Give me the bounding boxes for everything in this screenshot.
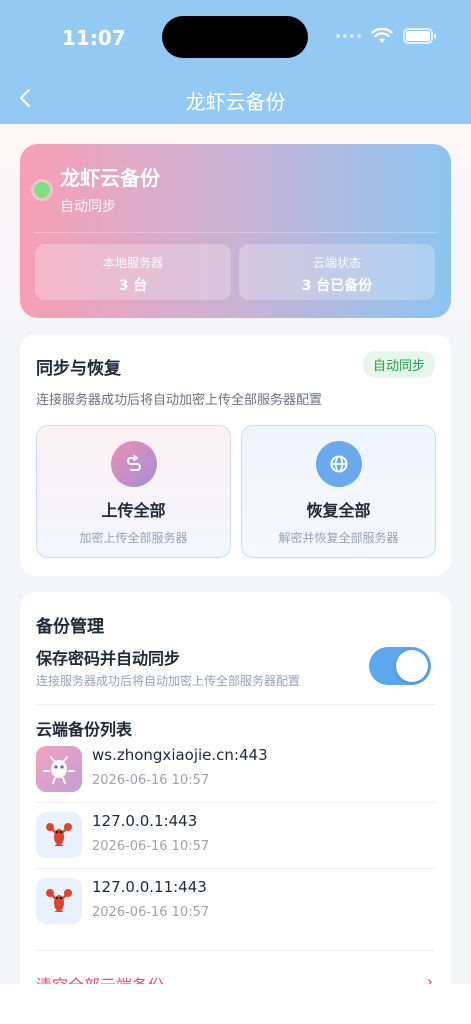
sync-restore-card: 同步与恢复 自动同步 连接服务器成功后将自动加密上传全部服务器配置 上传全部 加… xyxy=(20,334,451,576)
option-title: 保存密码并自动同步 xyxy=(36,649,181,668)
status-time: 11:07 xyxy=(62,26,126,50)
backup-list-item[interactable]: ws.zhongxiaojie.cn:443 2026-06-16 10:57 xyxy=(36,738,435,798)
restore-all-button[interactable]: 恢复全部 解密并恢复全部服务器 xyxy=(241,425,436,558)
backup-time: 2026-06-16 10:57 xyxy=(92,839,210,854)
page-title: 龙虾云备份 xyxy=(185,90,286,114)
stat-label: 云端状态 xyxy=(312,256,361,270)
backup-time: 2026-06-16 10:57 xyxy=(92,773,210,788)
backup-list-item[interactable]: 127.0.0.11:443 2026-06-16 10:57 xyxy=(36,870,435,930)
stat-cloud-status: 云端状态 3 台已备份 xyxy=(239,244,435,300)
stat-label: 本地服务器 xyxy=(102,256,163,270)
battery-icon xyxy=(403,28,436,44)
stat-value: 3 台 xyxy=(118,278,148,294)
backup-host: 127.0.0.11:443 xyxy=(92,878,207,896)
backup-list-item[interactable]: 127.0.0.1:443 2026-06-16 10:57 xyxy=(36,804,435,864)
lobster-icon xyxy=(36,812,82,858)
section-title: 备份管理 xyxy=(36,617,104,637)
stat-value: 3 台已备份 xyxy=(301,278,373,294)
backup-host: ws.zhongxiaojie.cn:443 xyxy=(92,746,268,764)
backup-management-card: 备份管理 保存密码并自动同步 连接服务器成功后将自动加密上传全部服务器配置 云端… xyxy=(20,592,451,1012)
divider xyxy=(36,704,435,705)
bottom-area xyxy=(0,984,471,1024)
action-subtitle: 加密上传全部服务器 xyxy=(79,531,188,545)
section-description: 连接服务器成功后将自动加密上传全部服务器配置 xyxy=(36,393,323,408)
divider xyxy=(36,802,435,803)
header-bar: 11:07 龙虾云备份 xyxy=(0,0,471,124)
globe-icon xyxy=(315,441,362,487)
backup-time: 2026-06-16 10:57 xyxy=(92,905,210,920)
auto-sync-toggle[interactable] xyxy=(369,647,431,685)
status-icons xyxy=(336,28,436,44)
action-title: 上传全部 xyxy=(101,501,166,520)
signal-icon xyxy=(336,34,361,38)
backup-host: 127.0.0.1:443 xyxy=(92,812,198,830)
divider xyxy=(36,868,435,869)
section-title: 同步与恢复 xyxy=(36,359,121,379)
auto-sync-badge: 自动同步 xyxy=(362,351,435,378)
stat-local-servers: 本地服务器 3 台 xyxy=(35,244,231,300)
upload-all-button[interactable]: 上传全部 加密上传全部服务器 xyxy=(36,425,231,558)
option-description: 连接服务器成功后将自动加密上传全部服务器配置 xyxy=(36,674,301,688)
hero-divider xyxy=(34,232,437,233)
mascot-avatar-icon xyxy=(36,746,82,792)
list-title: 云端备份列表 xyxy=(36,720,133,739)
toggle-knob xyxy=(396,650,428,682)
action-subtitle: 解密并恢复全部服务器 xyxy=(278,531,399,545)
hero-subtitle: 自动同步 xyxy=(60,199,116,215)
status-dot-icon xyxy=(34,182,50,198)
divider xyxy=(36,950,435,951)
hero-card: 龙虾云备份 自动同步 本地服务器 3 台 云端状态 3 台已备份 xyxy=(20,144,451,318)
upload-link-icon xyxy=(110,441,157,487)
lobster-icon xyxy=(36,878,82,924)
hero-title: 龙虾云备份 xyxy=(60,166,160,190)
dynamic-island xyxy=(162,16,308,58)
action-title: 恢复全部 xyxy=(306,501,371,520)
wifi-icon xyxy=(371,28,393,43)
